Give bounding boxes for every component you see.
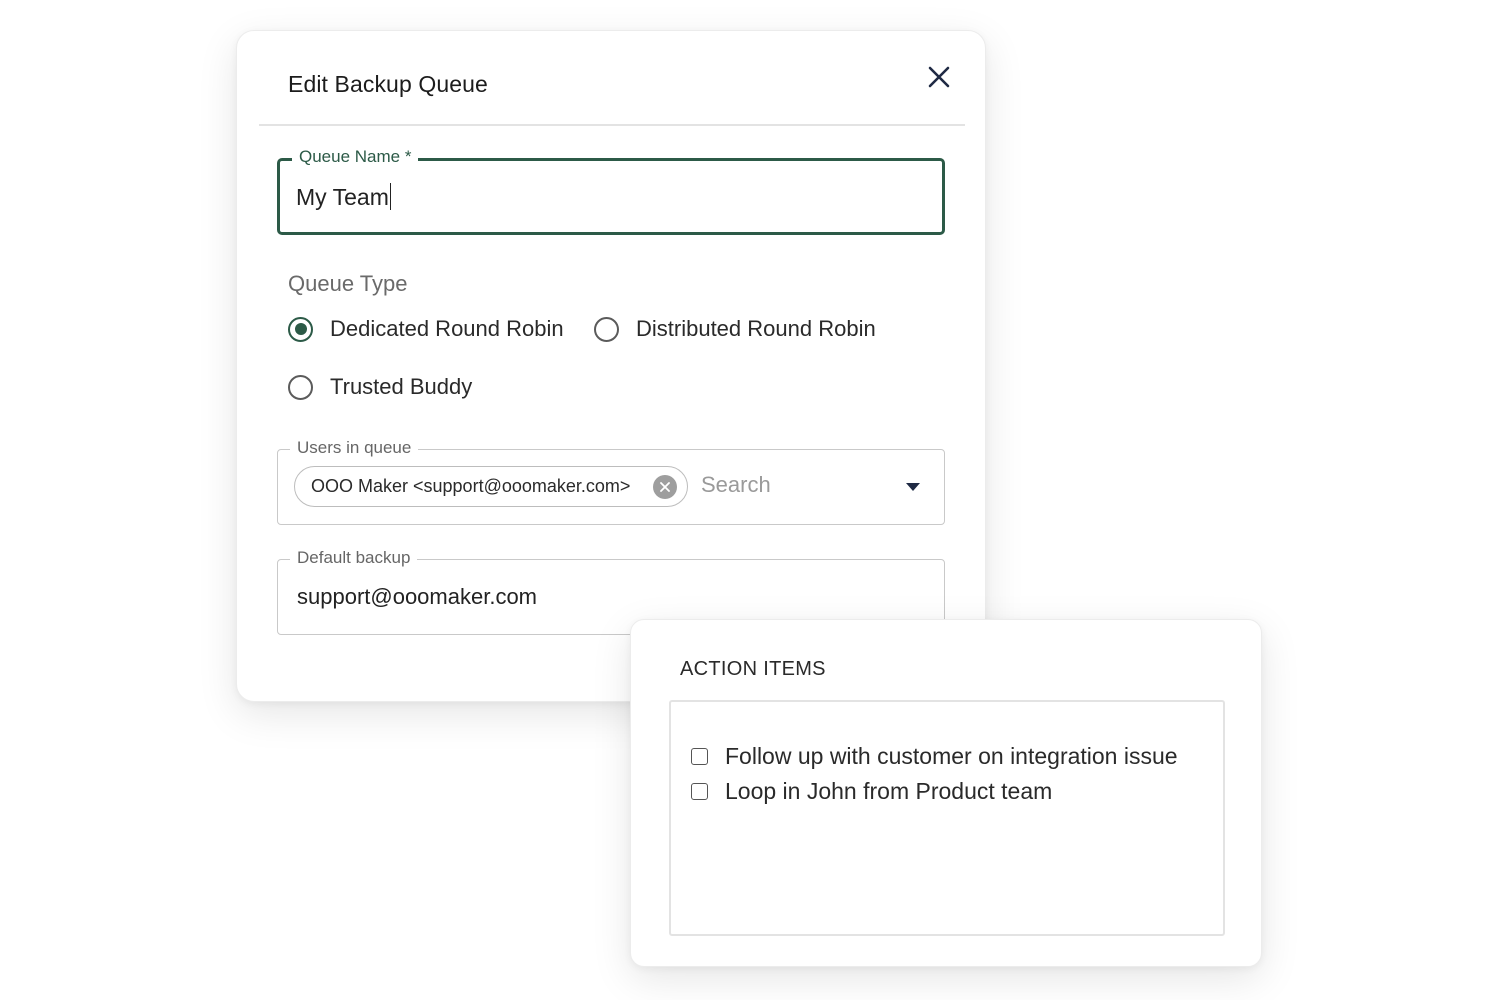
text-cursor <box>389 183 392 210</box>
radio-trusted-buddy[interactable]: Trusted Buddy <box>288 374 472 400</box>
user-chip-label: OOO Maker <support@ooomaker.com> <box>311 476 631 496</box>
chip-remove-button[interactable] <box>653 475 677 499</box>
radio-label: Distributed Round Robin <box>636 316 876 341</box>
radio-label: Trusted Buddy <box>330 374 473 399</box>
radio-distributed-round-robin[interactable]: Distributed Round Robin <box>594 316 876 342</box>
radio-dedicated-round-robin[interactable]: Dedicated Round Robin <box>288 316 564 342</box>
queue-type-label: Queue Type <box>288 271 408 296</box>
users-search-input[interactable] <box>701 472 871 498</box>
radio-button[interactable] <box>594 316 619 342</box>
dialog-title: Edit Backup Queue <box>288 71 488 97</box>
action-items-title: ACTION ITEMS <box>680 658 826 680</box>
action-items-card: ACTION ITEMS Follow up with customer on … <box>630 619 1262 967</box>
radio-label: Dedicated Round Robin <box>330 316 564 341</box>
users-in-queue-field[interactable]: Users in queue OOO Maker <support@ooomak… <box>277 437 945 525</box>
checkbox[interactable] <box>691 748 708 765</box>
users-in-queue-label: Users in queue <box>290 437 419 459</box>
queue-name-input[interactable]: My Team <box>296 183 392 211</box>
action-items-list: Follow up with customer on integration i… <box>669 700 1225 936</box>
close-circle-icon <box>660 482 670 492</box>
action-item-label: Loop in John from Product team <box>725 778 1053 804</box>
queue-name-value: My Team <box>296 184 389 210</box>
close-icon <box>928 66 950 88</box>
default-backup-label: Default backup <box>290 547 418 569</box>
caret-down-icon[interactable] <box>906 483 920 491</box>
user-chip: OOO Maker <support@ooomaker.com> <box>294 466 688 507</box>
close-button[interactable] <box>923 61 955 93</box>
action-item[interactable]: Loop in John from Product team <box>691 778 1052 805</box>
action-item[interactable]: Follow up with customer on integration i… <box>691 743 1178 770</box>
radio-button[interactable] <box>288 316 313 342</box>
default-backup-value[interactable]: support@ooomaker.com <box>297 584 537 610</box>
header-divider <box>259 124 965 126</box>
queue-name-field[interactable]: Queue Name * My Team <box>277 146 945 235</box>
action-item-label: Follow up with customer on integration i… <box>725 743 1178 769</box>
radio-button[interactable] <box>288 374 313 400</box>
queue-name-label: Queue Name * <box>292 146 419 168</box>
edit-backup-queue-dialog: Edit Backup Queue Queue Name * My Team Q… <box>236 30 986 702</box>
checkbox[interactable] <box>691 783 708 800</box>
